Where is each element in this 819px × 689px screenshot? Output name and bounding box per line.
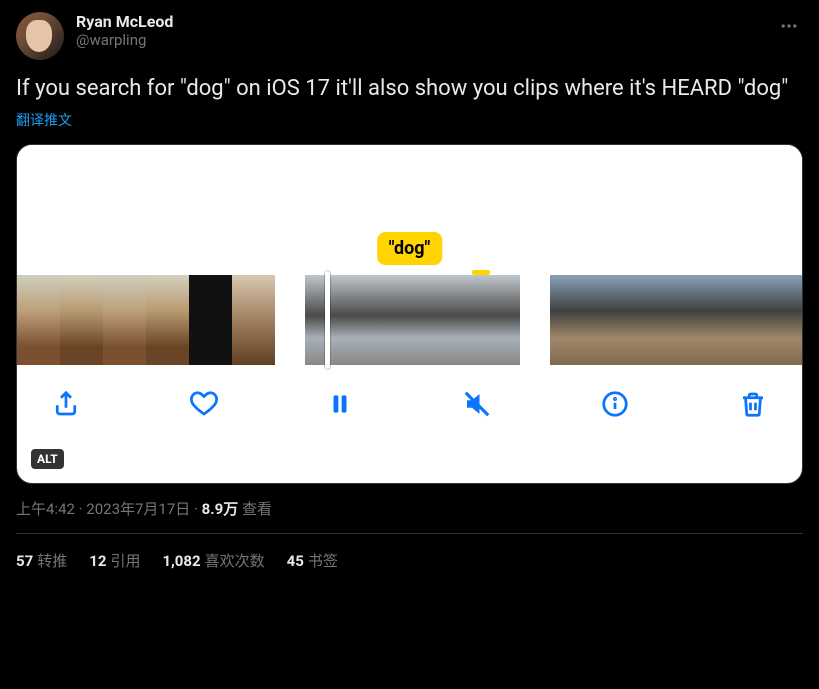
trash-button[interactable]	[738, 389, 768, 419]
more-options-button[interactable]	[775, 12, 803, 44]
tweet-stats: 57转推 12引用 1,082喜欢次数 45书签	[16, 534, 803, 571]
clip-frame	[550, 275, 593, 365]
trash-icon	[738, 389, 768, 419]
clip-frame	[60, 275, 103, 365]
alt-badge[interactable]: ALT	[31, 449, 64, 469]
clip-frame	[722, 275, 765, 365]
clip-frame	[679, 275, 722, 365]
likes-stat[interactable]: 1,082喜欢次数	[162, 550, 264, 571]
playhead[interactable]	[325, 271, 330, 369]
media-top-area: "dog"	[17, 145, 802, 275]
mute-icon	[462, 389, 492, 419]
tweet-header: Ryan McLeod @warpling	[16, 12, 803, 60]
clip-frame	[232, 275, 275, 365]
clip-group-2	[305, 275, 520, 365]
media-card[interactable]: "dog"	[16, 144, 803, 484]
share-icon	[51, 389, 81, 419]
avatar[interactable]	[16, 12, 64, 60]
user-handle: @warpling	[76, 31, 763, 49]
clip-frame	[348, 275, 391, 365]
views-label: 查看	[242, 500, 272, 518]
clip-frame	[434, 275, 477, 365]
display-name: Ryan McLeod	[76, 12, 763, 31]
video-filmstrip[interactable]	[17, 275, 802, 365]
clip-group-3	[550, 275, 803, 365]
media-toolbar	[17, 365, 802, 437]
clip-frame	[189, 275, 232, 365]
clip-frame	[765, 275, 803, 365]
tweet-text: If you search for "dog" on iOS 17 it'll …	[16, 74, 803, 104]
views-count: 8.9万	[202, 500, 239, 518]
clip-frame	[103, 275, 146, 365]
like-button[interactable]	[189, 389, 219, 419]
author-block[interactable]: Ryan McLeod @warpling	[76, 12, 763, 49]
pause-button[interactable]	[327, 389, 353, 419]
clip-frame	[17, 275, 60, 365]
timestamp[interactable]: 上午4:42 · 2023年7月17日	[16, 500, 190, 518]
mute-button[interactable]	[462, 389, 492, 419]
info-icon	[600, 389, 630, 419]
share-button[interactable]	[51, 389, 81, 419]
caption-pill: "dog"	[377, 232, 443, 265]
tweet-container: Ryan McLeod @warpling If you search for …	[0, 0, 819, 583]
clip-frame	[477, 275, 520, 365]
translate-link[interactable]: 翻译推文	[16, 110, 803, 130]
retweets-stat[interactable]: 57转推	[16, 550, 67, 571]
clip-frame	[593, 275, 636, 365]
ellipsis-icon	[779, 16, 799, 36]
clip-frame	[146, 275, 189, 365]
clip-frame	[636, 275, 679, 365]
quotes-stat[interactable]: 12引用	[89, 550, 140, 571]
clip-frame	[391, 275, 434, 365]
clip-group-1	[17, 275, 275, 365]
heart-icon	[189, 389, 219, 419]
info-button[interactable]	[600, 389, 630, 419]
pause-icon	[327, 389, 353, 419]
bookmarks-stat[interactable]: 45书签	[287, 550, 338, 571]
tweet-meta: 上午4:42 · 2023年7月17日 · 8.9万 查看	[16, 498, 803, 519]
